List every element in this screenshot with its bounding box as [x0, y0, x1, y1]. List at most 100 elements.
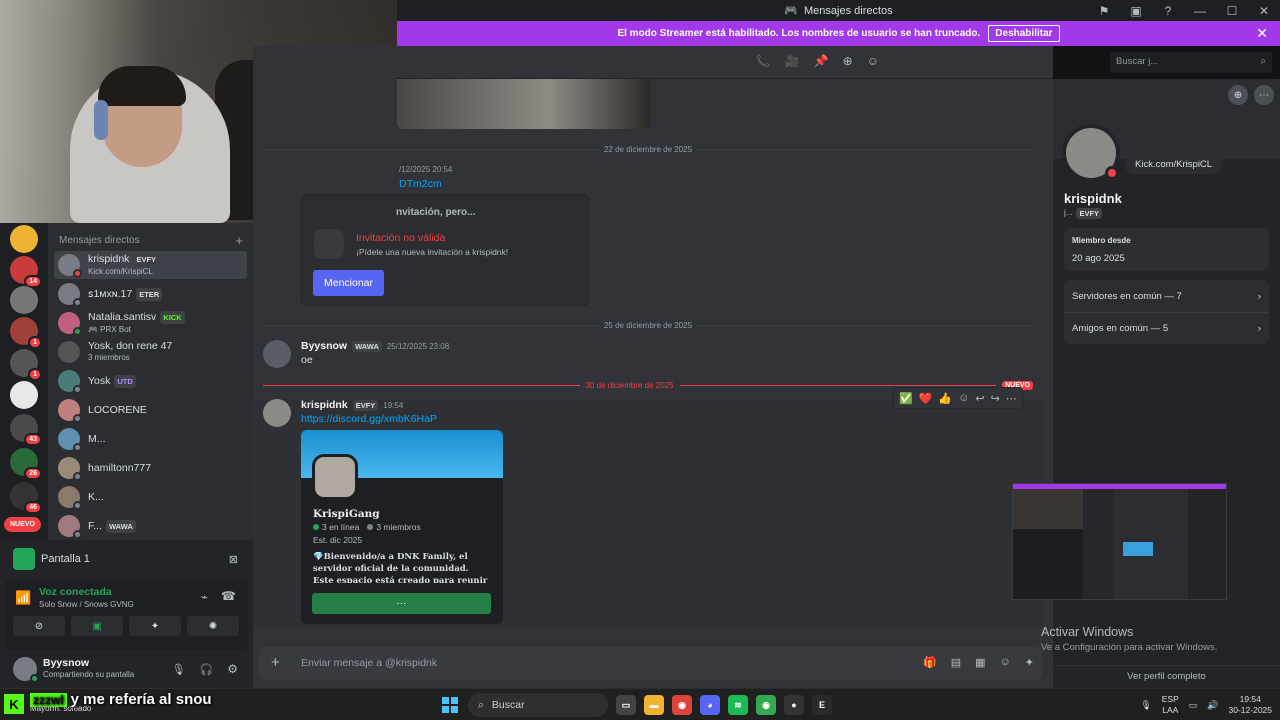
clock[interactable]: 19:54 30-12-2025: [1229, 694, 1272, 716]
more-icon[interactable]: ⋯: [1254, 85, 1274, 105]
status-offline-icon: [73, 298, 82, 307]
mutual-friends-row[interactable]: Amigos en común — 5 ›: [1064, 312, 1269, 344]
message-time: 25/12/2025 23:08: [386, 341, 450, 351]
gift-icon[interactable]: 🎁: [923, 656, 937, 669]
server-icon[interactable]: 26: [10, 448, 42, 480]
screen-icon[interactable]: ▣: [1120, 0, 1152, 21]
message[interactable]: krispidnk EVFY 19:54 https://discord.gg/…: [263, 399, 1023, 429]
member-count: 3 miembros: [376, 522, 421, 532]
apps-icon[interactable]: ✦: [1025, 656, 1034, 669]
online-dot-icon: [313, 524, 319, 530]
pin-icon[interactable]: 📌: [814, 54, 829, 68]
join-server-button[interactable]: ···: [312, 593, 491, 614]
webcam-hair: [98, 66, 186, 106]
user-profile-icon[interactable]: ☺: [867, 54, 879, 68]
message-author[interactable]: krispidnk: [301, 399, 348, 411]
language-indicator[interactable]: ESP LAA: [1162, 694, 1179, 716]
message-avatar[interactable]: [263, 399, 291, 427]
mic-icon[interactable]: 🎙: [172, 663, 186, 676]
task-view-icon[interactable]: ▭: [616, 695, 636, 715]
image-attachment[interactable]: [397, 79, 651, 129]
inbox-icon[interactable]: ⚑: [1088, 0, 1120, 21]
mutual-servers-row[interactable]: Servidores en común — 7 ›: [1064, 280, 1269, 312]
settings-gear-icon[interactable]: ⚙: [227, 662, 238, 676]
voice-channel[interactable]: Solo Snow / Snows GVNG: [39, 600, 134, 609]
dm-item[interactable]: F... WAWA: [54, 512, 247, 540]
spotify-icon[interactable]: ≋: [728, 695, 748, 715]
obs-icon[interactable]: ●: [784, 695, 804, 715]
activities-button[interactable]: ✦: [129, 616, 181, 636]
mic-tray-icon[interactable]: 🎙: [1140, 700, 1151, 711]
home-button[interactable]: [10, 225, 38, 253]
avatar: [58, 312, 82, 336]
dm-item[interactable]: Natalia.santisv KICK 🎮 PRX Bot: [54, 309, 247, 337]
close-button[interactable]: ✕: [1248, 0, 1280, 21]
server-icon[interactable]: [10, 381, 38, 409]
screen-share-bar: Pantalla 1 ⊠: [5, 544, 248, 574]
screen-share-button[interactable]: ▣: [71, 616, 123, 636]
voice-status[interactable]: Voz conectada: [39, 586, 112, 598]
sticker-icon[interactable]: ▦: [975, 656, 985, 669]
stop-share-icon[interactable]: ⊠: [229, 553, 238, 566]
search-spacer: [893, 54, 1053, 68]
camera-off-button[interactable]: ⊘: [13, 616, 65, 636]
dm-item[interactable]: K...: [54, 483, 247, 511]
server-icon[interactable]: 1: [10, 317, 42, 349]
add-attachment-icon[interactable]: +: [271, 654, 280, 671]
search-icon: ⌕: [478, 698, 484, 711]
chrome-alt-icon[interactable]: ◉: [756, 695, 776, 715]
voice-call-icon[interactable]: 📞: [756, 54, 771, 68]
volume-icon[interactable]: 🔊: [1207, 700, 1218, 711]
message[interactable]: Byysnow WAWA 25/12/2025 23:08 oe: [263, 340, 1023, 368]
dm-item[interactable]: M...: [54, 425, 247, 453]
message-avatar[interactable]: [263, 340, 291, 368]
add-friend-icon[interactable]: ⊕: [1228, 85, 1248, 105]
user-avatar[interactable]: [13, 657, 39, 683]
windows-start-icon[interactable]: [440, 695, 460, 715]
unread-badge: 43: [24, 433, 42, 446]
message-link[interactable]: DTm2cm: [399, 178, 442, 190]
add-friends-icon[interactable]: ⊕: [843, 54, 853, 68]
epic-games-icon[interactable]: E: [812, 695, 832, 715]
close-icon[interactable]: ✕: [1256, 25, 1268, 42]
emoji-icon[interactable]: ☺: [1000, 656, 1011, 669]
disable-streamer-button[interactable]: Deshabilitar: [988, 25, 1060, 42]
server-icon[interactable]: 46: [10, 482, 42, 514]
unread-badge: 26: [24, 467, 42, 480]
clock-date: 30-12-2025: [1228, 705, 1272, 715]
message-link[interactable]: https://discord.gg/xmbK6HaP: [301, 413, 437, 425]
chrome-icon[interactable]: ◉: [672, 695, 692, 715]
message-composer[interactable]: + Enviar mensaje a @krispidnk 🎁 ▤ ▦ ☺ ✦: [259, 647, 1042, 680]
message-author[interactable]: Byysnow: [301, 340, 347, 352]
help-icon[interactable]: ?: [1152, 0, 1184, 21]
headphones-icon[interactable]: 🎧: [200, 663, 214, 676]
server-icon[interactable]: 43: [10, 414, 42, 446]
disconnect-icon[interactable]: ☎: [221, 589, 236, 603]
view-full-profile-button[interactable]: Ver perfil completo: [1053, 665, 1280, 688]
network-icon[interactable]: ▭: [1189, 700, 1198, 711]
taskbar-search[interactable]: ⌕ Buscar: [468, 693, 608, 717]
dm-item[interactable]: LOCORENE: [54, 396, 247, 424]
dm-item[interactable]: hamiltonn777: [54, 454, 247, 482]
discord-taskbar-icon[interactable]: ◕: [700, 695, 720, 715]
noise-suppression-icon[interactable]: ⌁: [201, 590, 208, 604]
dm-item[interactable]: ꜱ1ᴍxɴ.17 ETER: [54, 280, 247, 308]
file-explorer-icon[interactable]: ▬: [644, 695, 664, 715]
minimize-button[interactable]: —: [1184, 0, 1216, 21]
server-icon[interactable]: [10, 286, 38, 314]
dm-item[interactable]: krispidnk EVFY Kick.com/KrispiCL: [54, 251, 247, 279]
video-call-icon[interactable]: 🎥: [785, 54, 800, 68]
dm-item[interactable]: Yosk UTD: [54, 367, 247, 395]
maximize-button[interactable]: ☐: [1216, 0, 1248, 21]
server-icon[interactable]: 1: [10, 349, 42, 381]
invite-header: nvitación, pero...: [396, 207, 476, 218]
soundboard-button[interactable]: ✺: [187, 616, 239, 636]
dm-item[interactable]: Yosk, don rene 47 3 miembros: [54, 338, 247, 366]
mention-button[interactable]: Mencionar: [313, 270, 384, 296]
search-input[interactable]: Buscar j... ⌕: [1110, 52, 1272, 73]
message-input[interactable]: Enviar mensaje a @krispidnk: [301, 657, 437, 669]
status-online-icon: [73, 327, 82, 336]
server-icon[interactable]: 14: [10, 256, 42, 288]
gif-icon[interactable]: ▤: [951, 656, 961, 669]
add-dm-icon[interactable]: +: [235, 233, 243, 248]
